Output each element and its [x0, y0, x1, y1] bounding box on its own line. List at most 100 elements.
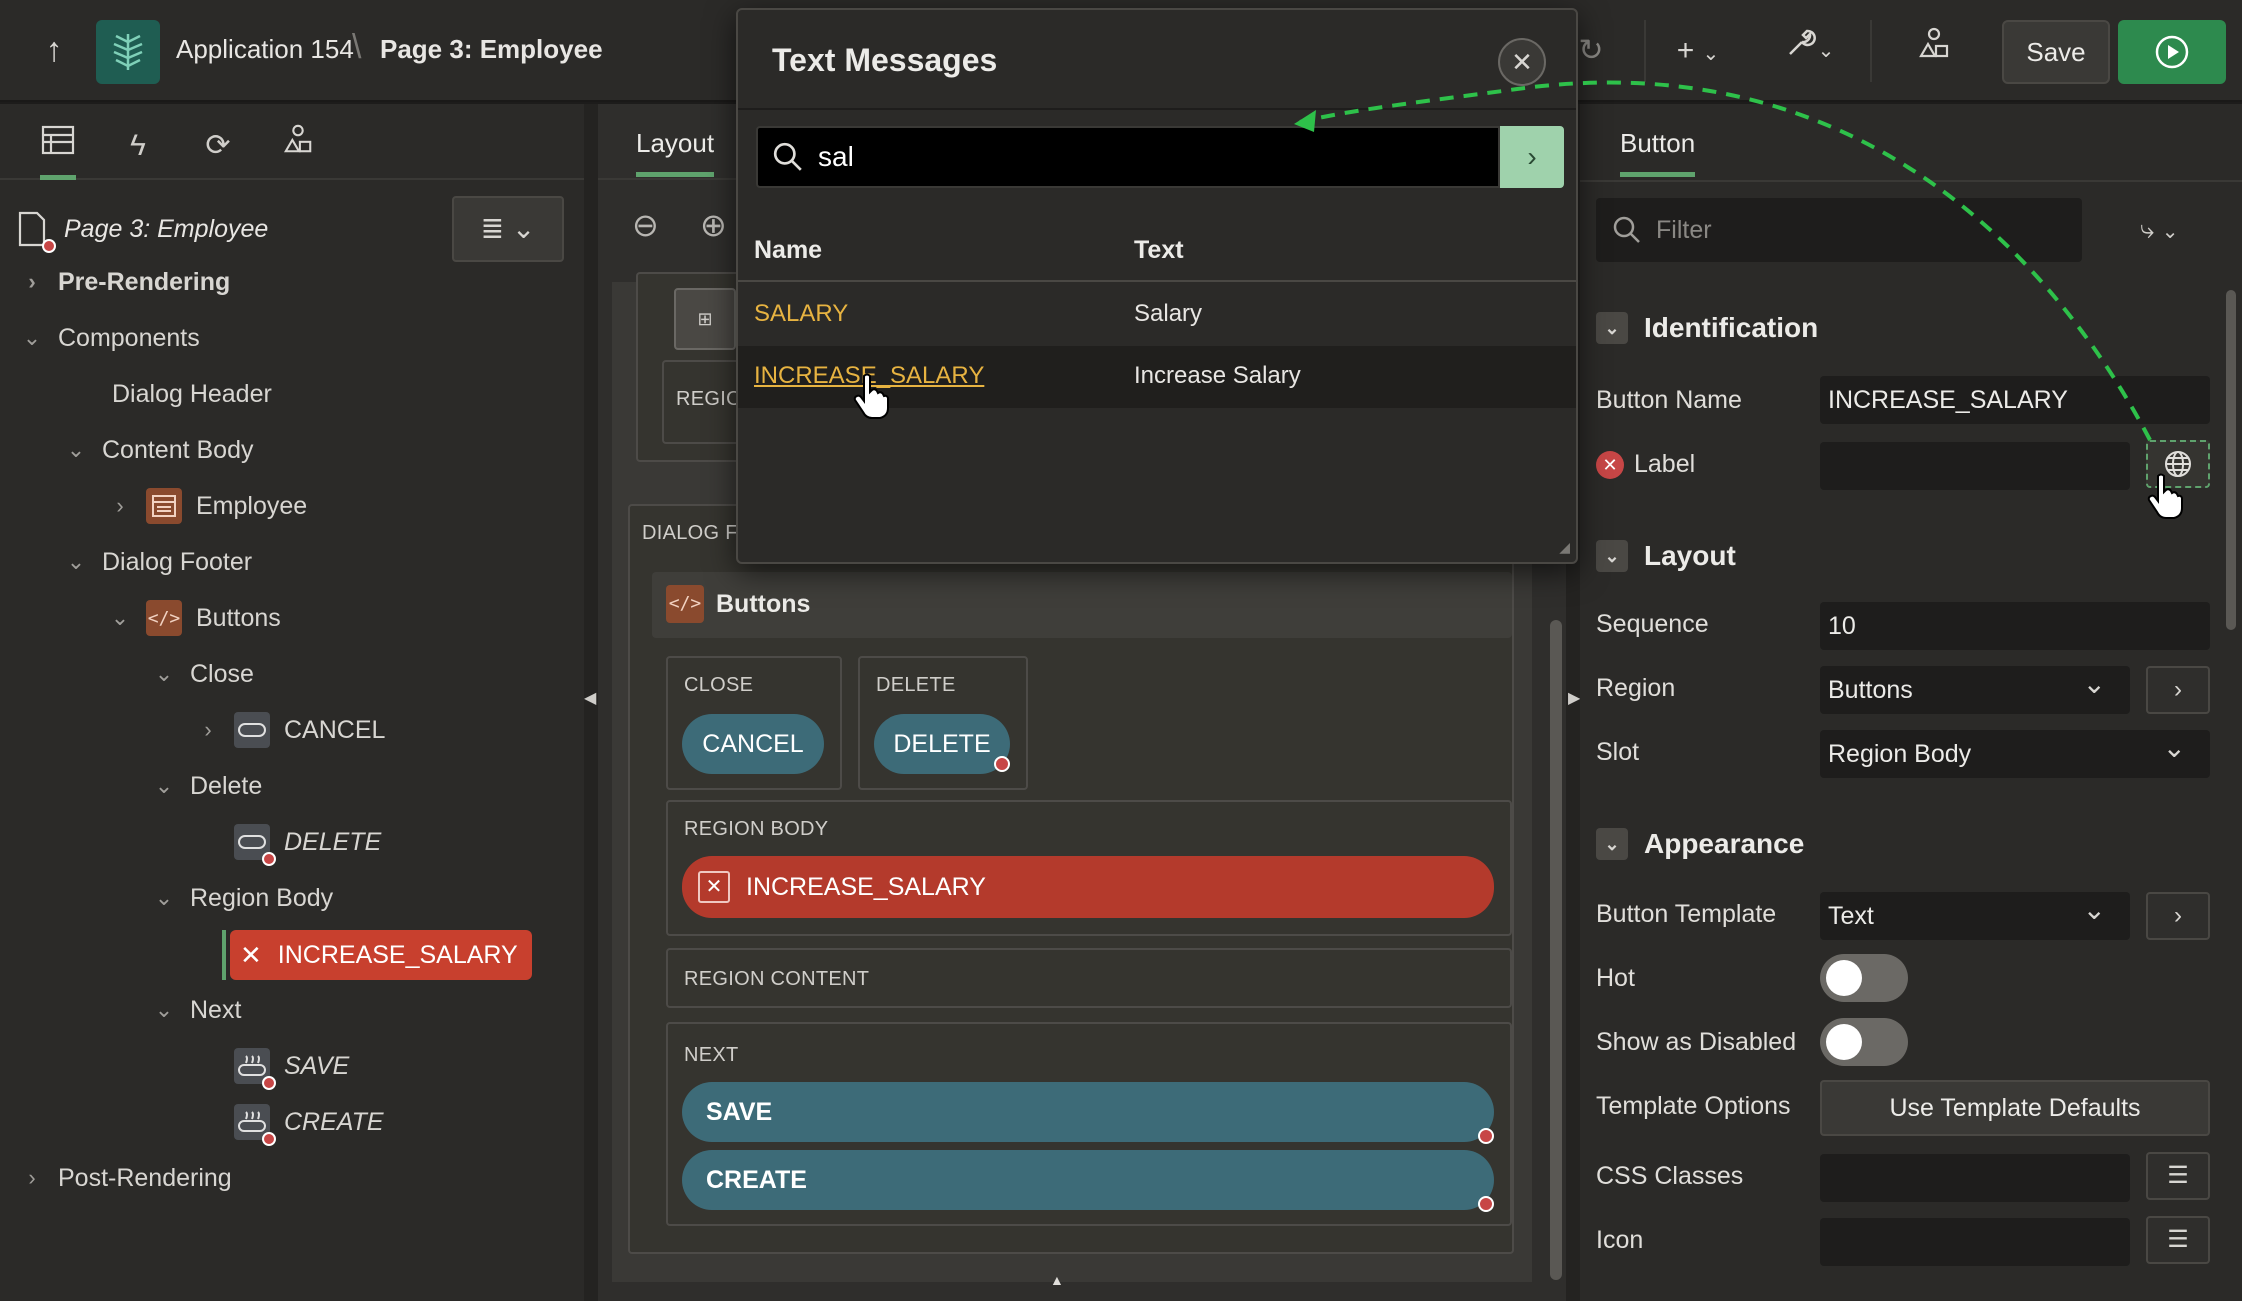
section-appearance[interactable]: ⌄ Appearance: [1596, 820, 1804, 868]
resize-handle-icon[interactable]: ◢: [1559, 539, 1570, 556]
go-to-region-button[interactable]: ›: [2146, 666, 2210, 714]
tree-node-employee[interactable]: › Employee: [106, 482, 307, 530]
tree-menu-button[interactable]: ≣ ⌄: [452, 196, 564, 262]
tree-node-region-body-slot[interactable]: ⌄ Region Body: [150, 874, 333, 922]
create-menu-icon[interactable]: + ⌄: [1668, 26, 1728, 76]
region-body-slot[interactable]: REGION BODY ✕ INCREASE_SALARY: [666, 800, 1512, 936]
column-header-text[interactable]: Text: [1134, 236, 1184, 265]
delete-button[interactable]: DELETE: [874, 714, 1010, 774]
show-disabled-label: Show as Disabled: [1596, 1028, 1797, 1056]
show-disabled-toggle[interactable]: [1820, 1018, 1908, 1066]
button-template-select[interactable]: Text: [1820, 892, 2130, 940]
save-button[interactable]: Save: [2002, 20, 2110, 84]
filter-input[interactable]: Filter: [1596, 198, 2082, 262]
breadcrumb-page[interactable]: Page 3: Employee: [380, 34, 603, 65]
hot-toggle[interactable]: [1820, 954, 1908, 1002]
delete-slot[interactable]: DELETE DELETE: [858, 656, 1028, 790]
collapse-left-icon[interactable]: ◀: [584, 688, 596, 708]
icon-list-button[interactable]: ☰: [2146, 1216, 2210, 1264]
tree-node-delete[interactable]: DELETE: [234, 818, 381, 866]
tree-node-dialog-header[interactable]: ›Dialog Header: [72, 370, 272, 418]
layout-scrollbar[interactable]: [1550, 620, 1562, 1280]
tree-node-content-body[interactable]: ⌄ Content Body: [62, 426, 254, 474]
tree-node-components[interactable]: ⌄ Components: [18, 314, 200, 362]
tab-button[interactable]: Button: [1620, 128, 1696, 177]
chevron-down-icon[interactable]: ⌄: [106, 605, 134, 631]
chevron-down-icon[interactable]: ⌄: [18, 325, 46, 351]
column-header-name[interactable]: Name: [754, 236, 822, 265]
chevron-right-icon[interactable]: ›: [18, 269, 46, 295]
chevron-right-icon[interactable]: ›: [106, 493, 134, 519]
section-identification[interactable]: ⌄ Identification: [1596, 304, 1818, 352]
chevron-down-icon[interactable]: ⌄: [150, 773, 178, 799]
dialog-search-input[interactable]: sal: [756, 126, 1500, 188]
chevron-down-icon[interactable]: ⌄: [150, 661, 178, 687]
tree-node-post-rendering[interactable]: › Post-Rendering: [18, 1154, 231, 1202]
tree-node-save[interactable]: SAVE: [234, 1042, 349, 1090]
collapse-icon[interactable]: ⌄: [1596, 312, 1628, 344]
processing-tab-icon[interactable]: ⟳: [194, 122, 242, 170]
shared-components-icon[interactable]: [1914, 26, 1954, 76]
template-options-button[interactable]: Use Template Defaults: [1820, 1080, 2210, 1136]
tree-node-dialog-footer[interactable]: ⌄ Dialog Footer: [62, 538, 252, 586]
close-slot[interactable]: CLOSE CANCEL: [666, 656, 842, 790]
go-to-template-button[interactable]: ›: [2146, 892, 2210, 940]
breadcrumb-app[interactable]: Application 154: [176, 34, 354, 65]
collapse-icon[interactable]: ⌄: [1596, 828, 1628, 860]
create-button-preview[interactable]: CREATE: [682, 1150, 1494, 1210]
slot-select[interactable]: Region Body: [1820, 730, 2210, 778]
region-content-slot[interactable]: REGION CONTENT: [666, 948, 1512, 1008]
region-select[interactable]: Buttons: [1820, 666, 2130, 714]
tab-layout[interactable]: Layout: [636, 128, 715, 177]
section-layout[interactable]: ⌄ Layout: [1596, 532, 1736, 580]
chevron-down-icon[interactable]: ⌄: [62, 549, 90, 575]
property-scrollbar[interactable]: [2226, 290, 2236, 630]
tree-node-buttons[interactable]: ⌄ </> Buttons: [106, 594, 281, 642]
chevron-down-icon[interactable]: ⌄: [62, 437, 90, 463]
button-name-field[interactable]: INCREASE_SALARY: [1820, 376, 2210, 424]
buttons-region-header[interactable]: </> Buttons: [652, 572, 1512, 638]
toolbar-divider: [1870, 20, 1872, 82]
app-logo-icon[interactable]: [96, 20, 160, 84]
dynamic-actions-tab-icon[interactable]: ϟ: [114, 122, 162, 170]
css-classes-field[interactable]: [1820, 1154, 2130, 1202]
search-go-button[interactable]: ›: [1500, 126, 1564, 188]
icon-field[interactable]: [1820, 1218, 2130, 1266]
save-button-preview[interactable]: SAVE: [682, 1082, 1494, 1142]
go-to-group-icon[interactable]: ⤷ ⌄: [2140, 214, 2179, 246]
label-field[interactable]: [1820, 442, 2130, 490]
increase-salary-button[interactable]: ✕ INCREASE_SALARY: [682, 856, 1494, 918]
utilities-wrench-icon[interactable]: ⌄: [1776, 26, 1842, 76]
chevron-right-icon[interactable]: ›: [194, 717, 222, 743]
tree-node-close-slot[interactable]: ⌄ Close: [150, 650, 254, 698]
tree-node-cancel[interactable]: › CANCEL: [194, 706, 385, 754]
tree-node-pre-rendering[interactable]: › Pre-Rendering: [18, 258, 230, 306]
zoom-out-icon[interactable]: ⊖: [632, 206, 659, 244]
message-name-link[interactable]: SALARY: [754, 300, 848, 328]
cancel-button[interactable]: CANCEL: [682, 714, 824, 774]
left-splitter[interactable]: ◀: [584, 104, 598, 1301]
chevron-down-icon[interactable]: ⌄: [150, 997, 178, 1023]
collapse-right-icon[interactable]: ▶: [1568, 688, 1580, 708]
redo-icon[interactable]: ↻: [1576, 26, 1606, 76]
tree-node-next-slot[interactable]: ⌄ Next: [150, 986, 242, 1034]
close-icon[interactable]: ✕: [1498, 38, 1546, 86]
tree-node-increase-salary[interactable]: ✕ INCREASE_SALARY: [230, 930, 532, 980]
navigate-up-icon[interactable]: ↑: [34, 30, 74, 70]
tree-page-node[interactable]: Page 3: Employee: [14, 204, 268, 254]
zoom-in-icon[interactable]: ⊕: [700, 206, 727, 244]
chevron-right-icon[interactable]: ›: [18, 1165, 46, 1191]
collapse-bottom-icon[interactable]: ▲: [1050, 1272, 1064, 1288]
shared-components-tab-icon[interactable]: [274, 122, 322, 170]
region-placeholder-icon[interactable]: ⊞: [674, 288, 736, 350]
chevron-down-icon[interactable]: ⌄: [150, 885, 178, 911]
sequence-field[interactable]: 10: [1820, 602, 2210, 650]
css-classes-list-button[interactable]: ☰: [2146, 1152, 2210, 1200]
run-page-button[interactable]: [2118, 20, 2226, 84]
next-slot[interactable]: NEXT SAVE CREATE: [666, 1022, 1512, 1226]
collapse-icon[interactable]: ⌄: [1596, 540, 1628, 572]
tree-node-create[interactable]: CREATE: [234, 1098, 384, 1146]
tree-node-delete-slot[interactable]: ⌄ Delete: [150, 762, 262, 810]
table-row[interactable]: SALARY Salary: [738, 284, 1576, 346]
rendering-tab-icon[interactable]: [34, 122, 82, 180]
